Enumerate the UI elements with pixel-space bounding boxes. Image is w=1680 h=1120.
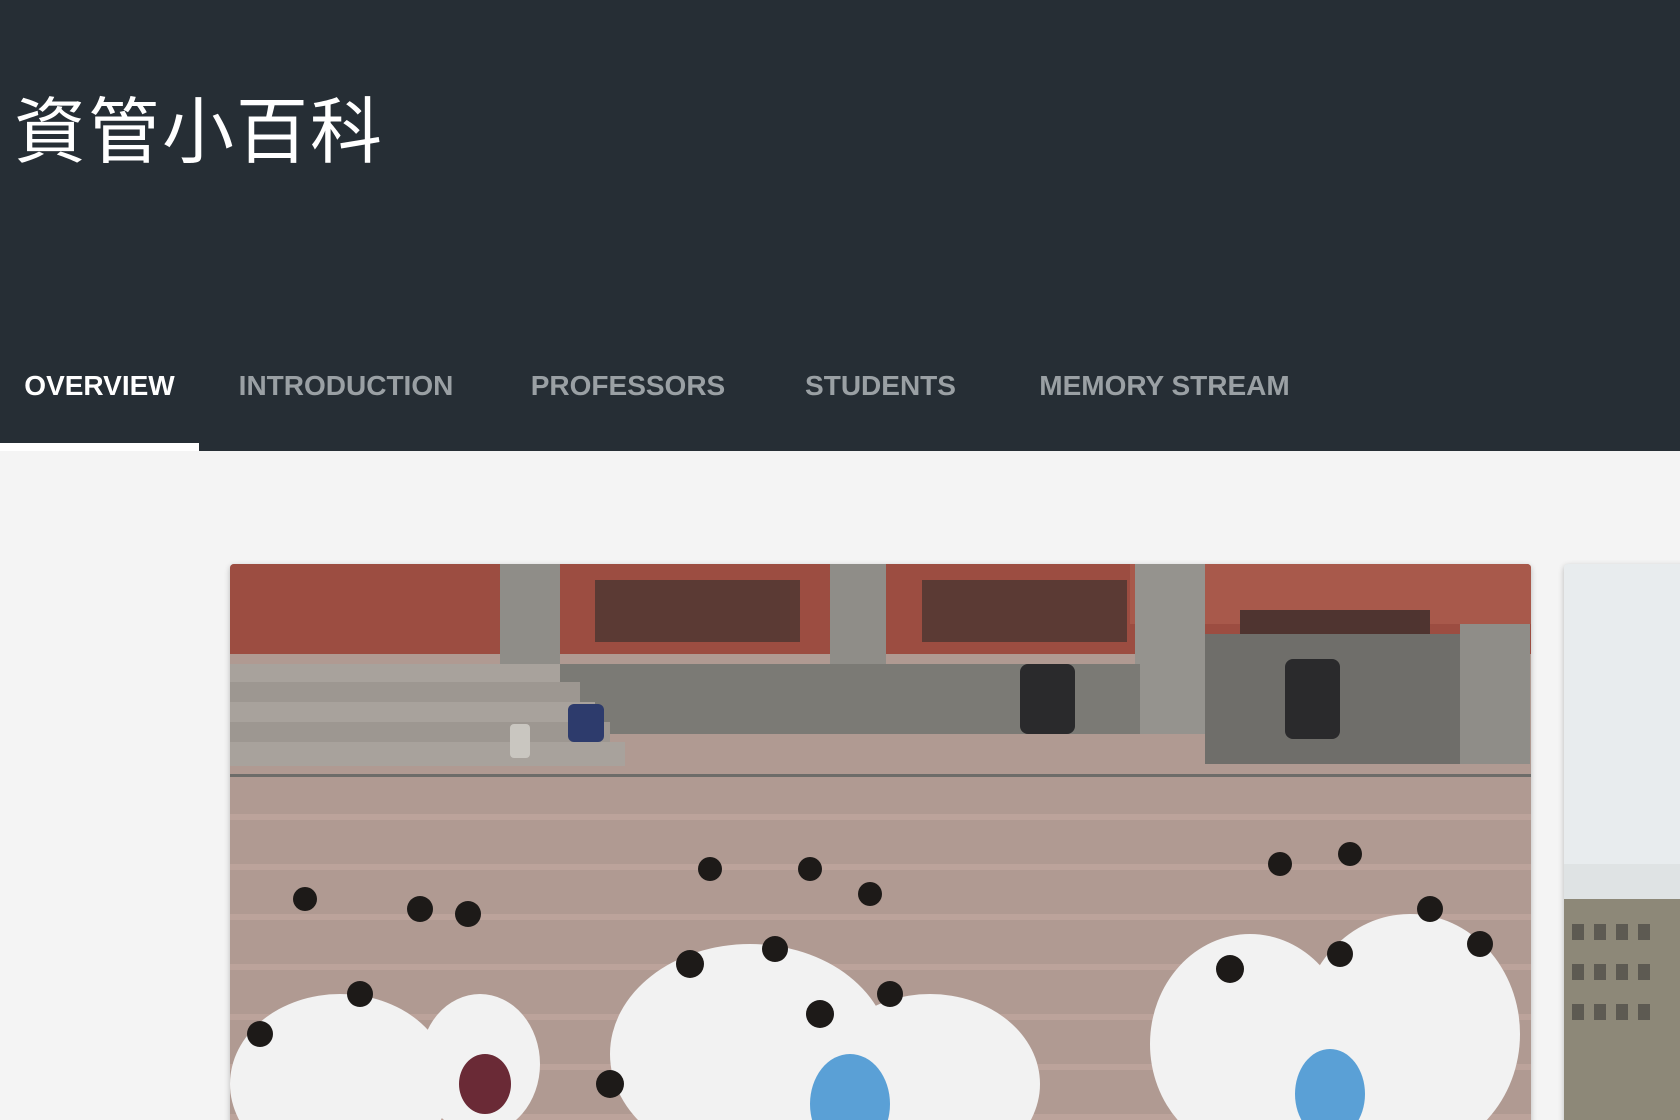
tab-bar: OVERVIEW INTRODUCTION PROFESSORS STUDENT… — [0, 345, 1680, 451]
tab-memory-stream-label: MEMORY STREAM — [1039, 370, 1290, 401]
carousel-slide-building[interactable] — [1564, 564, 1680, 1120]
group-photo-image — [230, 564, 1531, 1120]
tab-introduction-label: INTRODUCTION — [238, 370, 454, 401]
overview-content — [0, 451, 1680, 1120]
active-tab-indicator — [0, 443, 199, 451]
carousel-slide-group-photo[interactable] — [230, 564, 1531, 1120]
tab-professors-label: PROFESSORS — [530, 370, 726, 401]
tab-overview[interactable]: OVERVIEW — [0, 345, 199, 451]
app-header: 資管小百科 OVERVIEW INTRODUCTION PROFESSORS S… — [0, 0, 1680, 451]
tab-professors[interactable]: PROFESSORS — [493, 345, 763, 451]
tab-students-label: STUDENTS — [805, 370, 956, 401]
site-title: 資管小百科 — [14, 90, 385, 174]
tab-introduction[interactable]: INTRODUCTION — [199, 345, 493, 451]
tab-students[interactable]: STUDENTS — [763, 345, 998, 451]
building-photo-image — [1564, 564, 1680, 1120]
tab-memory-stream[interactable]: MEMORY STREAM — [998, 345, 1331, 451]
tab-overview-label: OVERVIEW — [24, 370, 175, 401]
